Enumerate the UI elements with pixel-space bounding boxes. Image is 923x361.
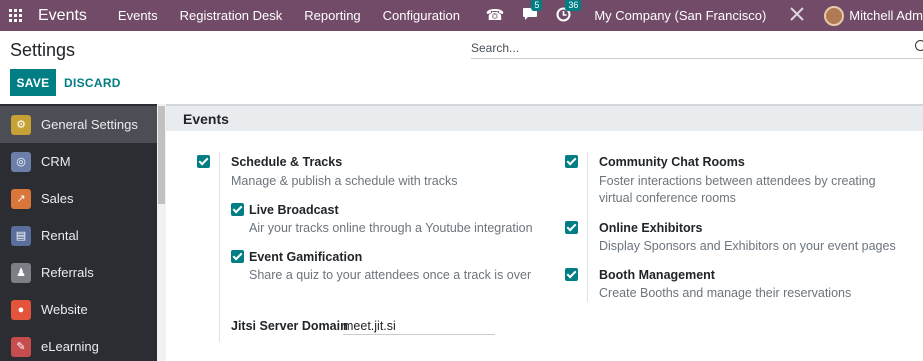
elearning-icon: ✎ — [11, 336, 31, 357]
schedule-tracks-title: Schedule & Tracks — [231, 155, 343, 169]
event-gamification-checkbox[interactable] — [231, 250, 244, 263]
sidebar-item-referrals[interactable]: ♟ Referrals — [0, 254, 157, 291]
settings-sidebar: ⚙ General Settings ◎ CRM ↗ Sales ▤ Renta… — [0, 104, 157, 361]
schedule-tracks-desc: Manage & publish a schedule with tracks — [231, 174, 458, 188]
event-gamification-desc: Share a quiz to your attendees once a tr… — [249, 268, 532, 282]
sidebar-item-rental[interactable]: ▤ Rental — [0, 217, 157, 254]
booth-management-title: Booth Management — [599, 268, 715, 282]
sidebar-item-website[interactable]: ● Website — [0, 291, 157, 328]
option-divider — [587, 152, 588, 302]
activities-icon[interactable]: 36 — [556, 0, 582, 25]
search-icon[interactable] — [915, 40, 923, 51]
live-broadcast-title: Live Broadcast — [249, 203, 339, 217]
menu-events[interactable]: Events — [118, 8, 158, 23]
jitsi-server-domain-label: Jitsi Server Domain — [231, 319, 348, 333]
live-broadcast-desc: Air your tracks online through a Youtube… — [249, 221, 533, 235]
section-header: Events — [166, 104, 923, 131]
messages-badge: 5 — [531, 0, 543, 11]
section-title: Events — [183, 111, 229, 127]
menu-reporting[interactable]: Reporting — [304, 8, 360, 23]
search-input[interactable] — [471, 40, 901, 55]
schedule-tracks-checkbox[interactable] — [197, 155, 210, 168]
community-chat-rooms-title: Community Chat Rooms — [599, 155, 745, 169]
menu-registration-desk[interactable]: Registration Desk — [180, 8, 283, 23]
sidebar-item-label: CRM — [41, 154, 71, 169]
save-button[interactable]: SAVE — [10, 69, 56, 96]
sidebar-item-sales[interactable]: ↗ Sales — [0, 180, 157, 217]
live-broadcast-checkbox[interactable] — [231, 203, 244, 216]
apps-menu-icon[interactable] — [9, 8, 23, 23]
rental-icon: ▤ — [11, 225, 31, 246]
sidebar-item-label: Sales — [41, 191, 74, 206]
discard-button[interactable]: DISCARD — [64, 69, 121, 96]
online-exhibitors-checkbox[interactable] — [565, 221, 578, 234]
booth-management-checkbox[interactable] — [565, 268, 578, 281]
jitsi-server-domain-input[interactable] — [343, 317, 495, 335]
online-exhibitors-title: Online Exhibitors — [599, 221, 703, 235]
avatar[interactable] — [824, 5, 845, 26]
community-chat-rooms-desc: Foster interactions between attendees by… — [599, 174, 876, 205]
booth-management-desc: Create Booths and manage their reservati… — [599, 286, 852, 300]
sidebar-item-label: Referrals — [41, 265, 94, 280]
sidebar-item-label: Website — [41, 302, 88, 317]
sidebar-item-crm[interactable]: ◎ CRM — [0, 143, 157, 180]
sidebar-item-elearning[interactable]: ✎ eLearning — [0, 328, 157, 361]
menu-configuration[interactable]: Configuration — [383, 8, 460, 23]
online-exhibitors-desc: Display Sponsors and Exhibitors on your … — [599, 239, 896, 253]
community-chat-rooms-checkbox[interactable] — [565, 155, 578, 168]
sidebar-scrollbar-thumb[interactable] — [158, 106, 165, 204]
website-icon: ● — [11, 299, 31, 320]
event-gamification-title: Event Gamification — [249, 250, 363, 264]
company-switcher[interactable]: My Company (San Francisco) — [594, 8, 766, 23]
handshake-icon: ◎ — [11, 151, 31, 172]
app-name[interactable]: Events — [38, 7, 87, 25]
option-divider — [219, 152, 220, 342]
messages-icon[interactable]: 5 — [522, 0, 543, 24]
top-navbar: Events Events Registration Desk Reportin… — [0, 0, 923, 31]
sidebar-item-label: Rental — [41, 228, 79, 243]
gear-icon: ⚙ — [11, 114, 31, 135]
chart-icon: ↗ — [11, 188, 31, 209]
activities-badge: 36 — [565, 0, 582, 11]
referrals-icon: ♟ — [11, 262, 31, 283]
page-title: Settings — [10, 40, 76, 60]
sidebar-item-label: eLearning — [41, 339, 99, 354]
debug-tools-icon[interactable] — [789, 6, 805, 25]
search-bar — [471, 37, 923, 59]
phone-icon[interactable]: ☎ — [486, 8, 505, 23]
sidebar-item-general-settings[interactable]: ⚙ General Settings — [0, 106, 157, 143]
sidebar-item-label: General Settings — [41, 117, 138, 132]
user-menu[interactable]: Mitchell Adm — [849, 8, 923, 23]
